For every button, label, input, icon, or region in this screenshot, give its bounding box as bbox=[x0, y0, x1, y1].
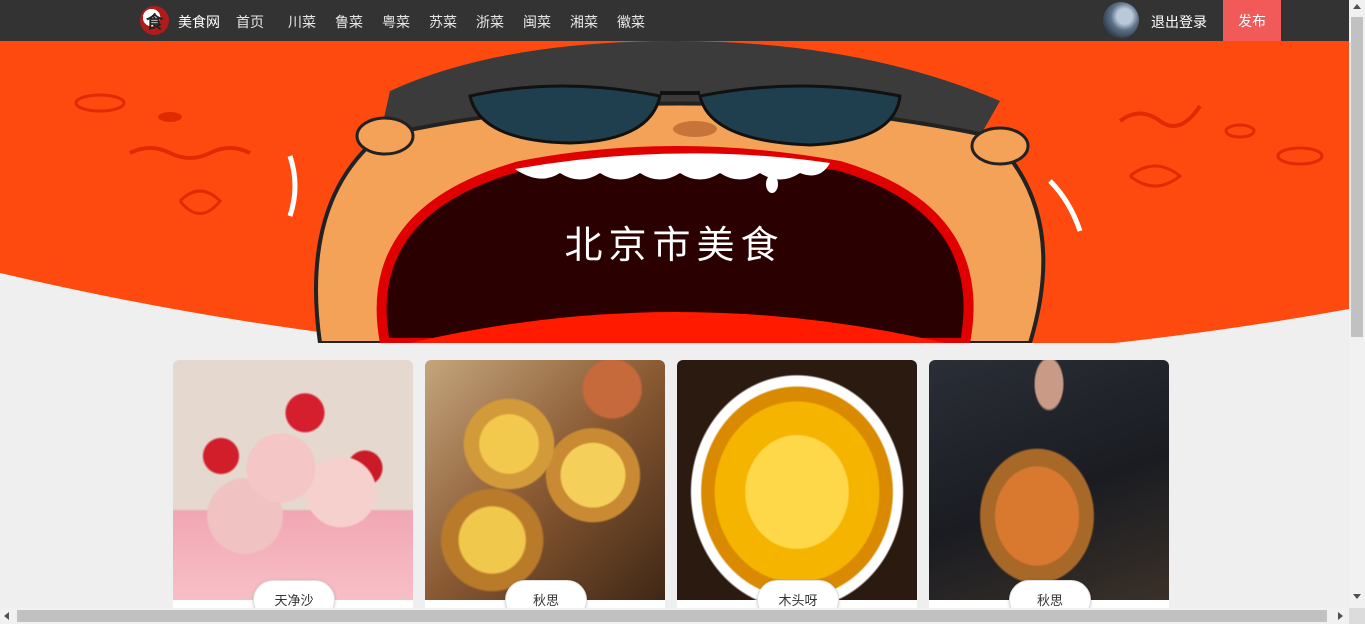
nav-fujian[interactable]: 闽菜 bbox=[523, 12, 551, 32]
scroll-up-icon[interactable] bbox=[1353, 4, 1361, 9]
horizontal-scrollbar[interactable] bbox=[0, 608, 1349, 624]
top-nav-bar: 食 美食网 首页 川菜 鲁菜 粤菜 苏菜 浙菜 闽菜 湘菜 徽菜 退出登录 发布 bbox=[0, 0, 1349, 41]
author-name[interactable]: 天净沙 bbox=[253, 580, 335, 610]
recipe-image-fried-basket bbox=[929, 360, 1169, 600]
vertical-scroll-thumb[interactable] bbox=[1351, 17, 1363, 337]
scrollbar-corner bbox=[1349, 608, 1365, 624]
nav-sichuan[interactable]: 川菜 bbox=[288, 12, 316, 32]
nav-zhejiang[interactable]: 浙菜 bbox=[476, 12, 504, 32]
scroll-down-icon[interactable] bbox=[1353, 594, 1361, 599]
recipe-image-egg-tarts bbox=[425, 360, 665, 600]
scroll-left-icon[interactable] bbox=[4, 612, 9, 620]
user-avatar[interactable] bbox=[1103, 2, 1139, 38]
publish-button[interactable]: 发布 bbox=[1223, 0, 1281, 41]
category-nav: 首页 川菜 鲁菜 粤菜 苏菜 浙菜 闽菜 湘菜 徽菜 bbox=[236, 12, 664, 32]
recipe-card[interactable]: 木头呀 bbox=[677, 360, 917, 610]
recipe-card[interactable]: 秋思 bbox=[929, 360, 1169, 610]
banner-title: 北京市美食 bbox=[564, 223, 785, 267]
logout-link[interactable]: 退出登录 bbox=[1151, 12, 1207, 32]
nav-cantonese[interactable]: 粤菜 bbox=[382, 12, 410, 32]
scroll-right-icon[interactable] bbox=[1338, 612, 1343, 620]
nav-shandong[interactable]: 鲁菜 bbox=[335, 12, 363, 32]
site-logo[interactable]: 食 bbox=[140, 6, 169, 35]
horizontal-scroll-thumb[interactable] bbox=[17, 610, 1327, 622]
nav-home[interactable]: 首页 bbox=[236, 12, 264, 32]
banner: 北京市美食 bbox=[0, 41, 1349, 343]
author-name[interactable]: 秋思 bbox=[505, 580, 587, 610]
recipe-card[interactable]: 秋思 bbox=[425, 360, 665, 610]
banner-illustration bbox=[0, 41, 1349, 343]
site-name[interactable]: 美食网 bbox=[178, 12, 220, 32]
recipe-card[interactable]: 天净沙 bbox=[173, 360, 413, 610]
nav-anhui[interactable]: 徽菜 bbox=[617, 12, 645, 32]
nav-jiangsu[interactable]: 苏菜 bbox=[429, 12, 457, 32]
vertical-scrollbar[interactable] bbox=[1349, 0, 1365, 608]
author-name[interactable]: 木头呀 bbox=[757, 580, 839, 610]
author-name[interactable]: 秋思 bbox=[1009, 580, 1091, 610]
recipe-image-egg-custard bbox=[677, 360, 917, 600]
nav-hunan[interactable]: 湘菜 bbox=[570, 12, 598, 32]
recipe-image-ice-cream bbox=[173, 360, 413, 600]
